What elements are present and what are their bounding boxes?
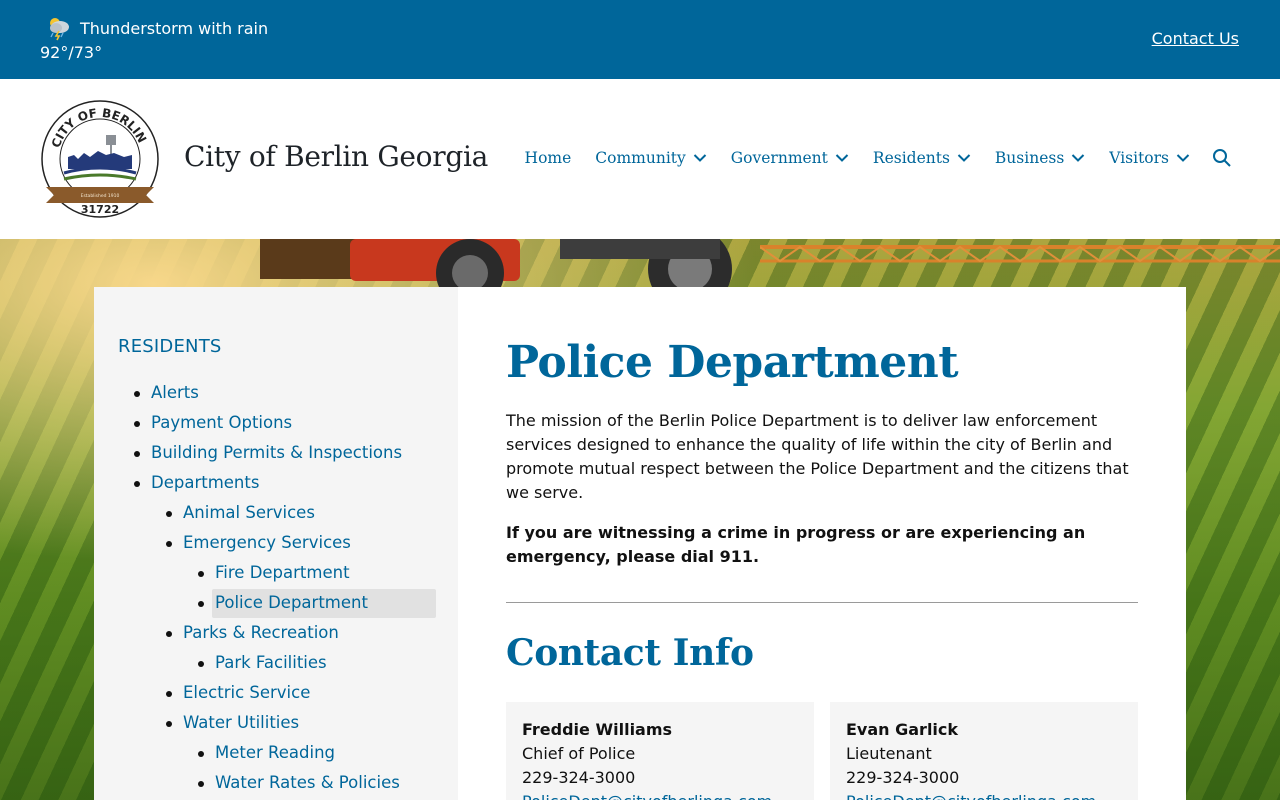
sidebar-item-building-permits[interactable]: Building Permits & Inspections [94, 438, 458, 468]
sidebar-item-meter-reading[interactable]: Meter Reading [94, 738, 458, 768]
sidebar-item-water-utilities[interactable]: Water Utilities [94, 708, 458, 738]
nav-community[interactable]: Community [595, 149, 707, 167]
weather-widget: Thunderstorm with rain 92°/73° [40, 14, 268, 62]
bullet [134, 451, 140, 457]
sidebar-item-payment-options[interactable]: Payment Options [94, 408, 458, 438]
chevron-down-icon [1072, 154, 1085, 162]
svg-text:31722: 31722 [81, 203, 119, 216]
sidebar-item-park-facilities[interactable]: Park Facilities [94, 648, 458, 678]
sidebar-item-water-rates[interactable]: Water Rates & Policies [94, 768, 458, 798]
nav-home[interactable]: Home [525, 149, 572, 167]
search-icon[interactable] [1212, 148, 1232, 168]
bullet [134, 391, 140, 397]
bullet [166, 511, 172, 517]
contact-phone[interactable]: 229-324-3000 [522, 766, 798, 790]
contact-role: Lieutenant [846, 744, 932, 763]
weather-temperature: 92°/73° [40, 43, 103, 62]
site-header: CITY OF BERLIN Established 1910 31722 Ci… [0, 79, 1280, 239]
chevron-down-icon [835, 154, 849, 162]
nav-business[interactable]: Business [995, 149, 1085, 167]
nav-visitors[interactable]: Visitors [1109, 149, 1190, 167]
bullet [198, 571, 204, 577]
sidebar-item-police-department[interactable]: Police Department [94, 588, 458, 618]
sidebar-item-electric-service[interactable]: Electric Service [94, 678, 458, 708]
sidebar-item-alerts[interactable]: Alerts [94, 378, 458, 408]
sidebar-item-parks-recreation[interactable]: Parks & Recreation [94, 618, 458, 648]
nav-government[interactable]: Government [731, 149, 849, 167]
sidebar-item-animal-services[interactable]: Animal Services [94, 498, 458, 528]
chevron-down-icon [957, 154, 971, 162]
bullet [198, 661, 204, 667]
contact-role: Chief of Police [522, 744, 636, 763]
contact-email-link[interactable]: PoliceDept@cityofberlinga.com [846, 790, 1122, 800]
bullet [166, 691, 172, 697]
contact-name: Evan Garlick [846, 720, 959, 739]
contact-us-link[interactable]: Contact Us [1152, 29, 1239, 48]
top-bar: Thunderstorm with rain 92°/73° Contact U… [0, 0, 1280, 79]
main-nav: Home Community Government Residents Busi… [525, 148, 1232, 168]
bullet [166, 631, 172, 637]
chevron-down-icon [1176, 154, 1190, 162]
contact-info-heading: Contact Info [506, 632, 754, 674]
city-seal-logo[interactable]: CITY OF BERLIN Established 1910 31722 [40, 99, 160, 219]
divider [506, 602, 1138, 603]
chevron-down-icon [693, 154, 706, 162]
logo-established-text: Established 1910 [81, 193, 120, 199]
sidebar-item-fire-department[interactable]: Fire Department [94, 558, 458, 588]
contact-email-link[interactable]: PoliceDept@cityofberlinga.com [522, 790, 798, 800]
main-content: Police Department The mission of the Ber… [458, 287, 1186, 800]
contact-card: Evan Garlick Lieutenant 229-324-3000 Pol… [830, 702, 1138, 800]
section-sidebar: RESIDENTS Alerts Payment Options Buildin… [94, 287, 458, 800]
mission-statement: The mission of the Berlin Police Departm… [506, 411, 1129, 502]
contact-name: Freddie Williams [522, 720, 673, 739]
weather-condition: Thunderstorm with rain [80, 18, 269, 38]
sidebar-item-departments[interactable]: Departments [94, 468, 458, 498]
sidebar-item-emergency-services[interactable]: Emergency Services [94, 528, 458, 558]
bullet [198, 751, 204, 757]
bullet [198, 781, 204, 787]
bullet [166, 721, 172, 727]
contact-card: Freddie Williams Chief of Police 229-324… [506, 702, 814, 800]
sidebar-heading[interactable]: RESIDENTS [118, 336, 222, 357]
site-title[interactable]: City of Berlin Georgia [184, 140, 488, 173]
bullet [134, 481, 140, 487]
emergency-notice: If you are witnessing a crime in progres… [506, 523, 1086, 566]
contact-phone[interactable]: 229-324-3000 [846, 766, 1122, 790]
nav-residents[interactable]: Residents [873, 149, 971, 167]
bullet [198, 601, 204, 607]
bullet [166, 541, 172, 547]
sidebar-nav-list: Alerts Payment Options Building Permits … [94, 378, 458, 798]
tractor-illustration [260, 239, 732, 289]
thunderstorm-rain-icon [46, 15, 72, 41]
sprayer-boom-illustration [760, 245, 1280, 263]
bullet [134, 421, 140, 427]
page-title: Police Department [506, 337, 959, 388]
